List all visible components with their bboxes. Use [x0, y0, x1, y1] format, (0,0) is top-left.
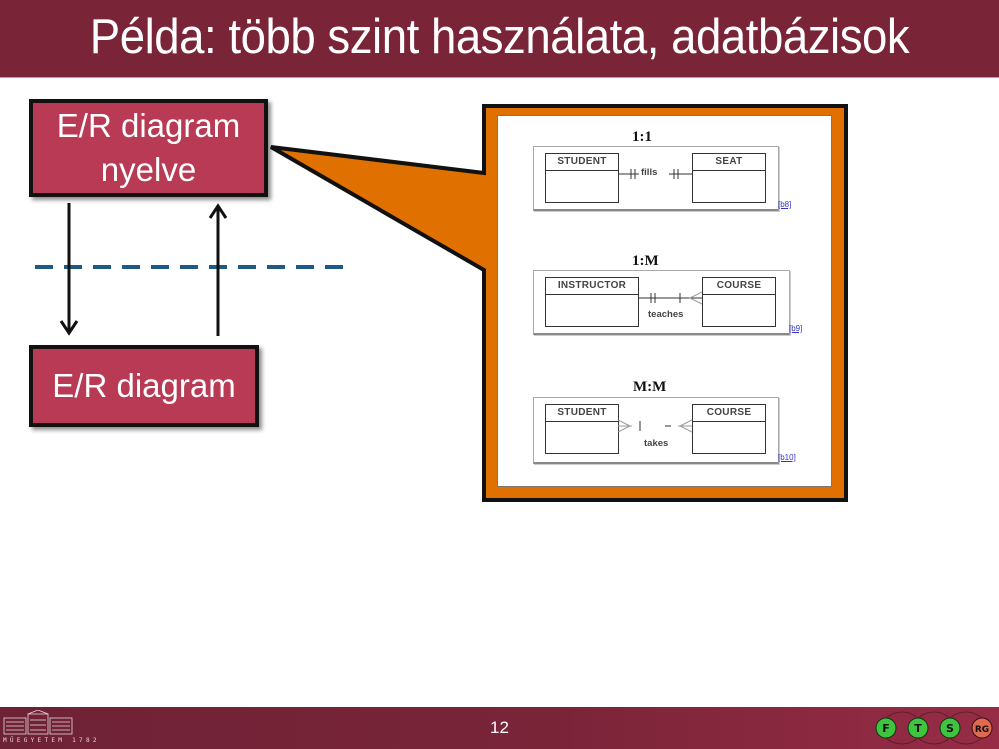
entity-name: STUDENT [546, 405, 618, 422]
er-language-line1: E/R diagram [56, 107, 241, 144]
logo-letter-f: F [882, 722, 890, 735]
er-diagram-box: E/R diagram [29, 345, 259, 427]
relationship-teaches: teaches [648, 309, 684, 320]
relationship-fills: fills [641, 167, 658, 178]
relationship-line-m-m [618, 419, 692, 433]
page-number: 12 [490, 718, 509, 737]
entity-instructor: INSTRUCTOR [545, 277, 639, 327]
relationship-line-1-m [638, 291, 702, 305]
university-logo-text: MŰEGYETEM 1782 [3, 737, 100, 744]
entity-seat: SEAT [692, 153, 766, 203]
entity-course: COURSE [692, 404, 766, 454]
entity-course: COURSE [702, 277, 776, 327]
er-language-line2: nyelve [100, 151, 197, 188]
er-language-box: E/R diagram nyelve [29, 99, 268, 197]
callout-content: 1:1 STUDENT SEAT fills [b8] 1:M INSTRUCT… [497, 115, 832, 487]
relationship-takes: takes [644, 438, 669, 449]
entity-name: COURSE [693, 405, 765, 422]
reference-link[interactable]: [b8] [778, 200, 791, 209]
entity-name: SEAT [693, 154, 765, 171]
logo-letter-rg: RG [975, 725, 989, 735]
reference-link[interactable]: [b9] [789, 324, 802, 333]
panel-title-m-m: M:M [633, 379, 667, 395]
panel-title-1-1: 1:1 [632, 129, 652, 145]
entity-student: STUDENT [545, 153, 619, 203]
entity-name: INSTRUCTOR [546, 278, 638, 295]
reference-link[interactable]: [b10] [778, 453, 796, 462]
panel-title-1-m: 1:M [632, 253, 659, 269]
logo-letter-s: S [946, 722, 954, 735]
ftsrg-logo: F T S RG [875, 711, 993, 745]
entity-name: STUDENT [546, 154, 618, 171]
entity-student: STUDENT [545, 404, 619, 454]
footer-bar: MŰEGYETEM 1782 12 F T S RG [0, 707, 999, 749]
er-diagram-label: E/R diagram [52, 367, 236, 404]
logo-letter-t: T [914, 722, 922, 735]
entity-name: COURSE [703, 278, 775, 295]
